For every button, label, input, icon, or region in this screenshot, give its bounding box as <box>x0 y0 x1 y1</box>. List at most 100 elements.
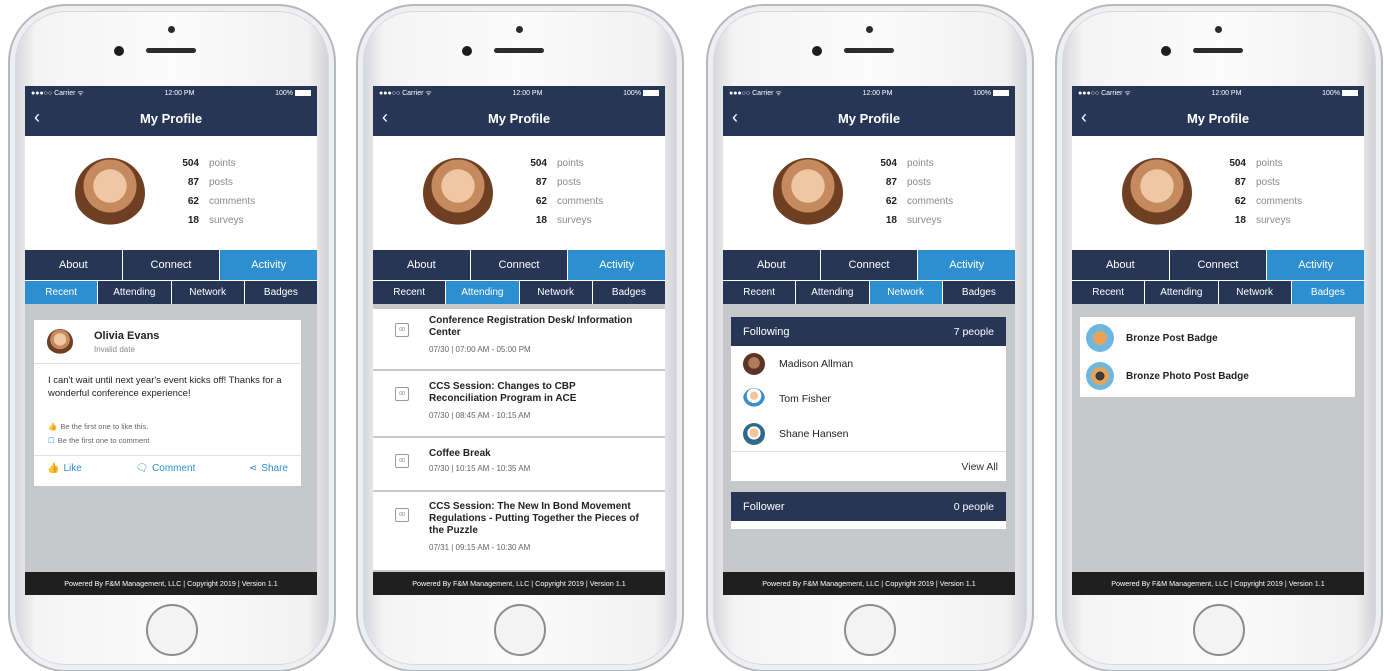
event-item[interactable]: 00 CCS Session: Changes to CBP Reconcili… <box>373 371 665 438</box>
stat-label: surveys <box>557 215 592 226</box>
screen: ●●●○○ Carrier ᯤ 12:00 PM 100% ‹ My Profi… <box>1072 86 1364 595</box>
stat-points: 504 points <box>1218 154 1302 173</box>
subtab-badges[interactable]: Badges <box>593 281 665 304</box>
badge-item[interactable]: Bronze Photo Post Badge <box>1080 357 1355 395</box>
subtab-recent[interactable]: Recent <box>25 281 99 304</box>
home-button[interactable] <box>1193 604 1245 656</box>
tab-about[interactable]: About <box>723 250 821 280</box>
back-button[interactable]: ‹ <box>732 108 738 126</box>
share-button[interactable]: ⋖ Share <box>249 463 288 474</box>
share-label: Share <box>261 463 288 474</box>
stat-value: 504 <box>182 158 199 169</box>
home-button[interactable] <box>146 604 198 656</box>
following-header: Following 7 people <box>731 317 1006 346</box>
post-author[interactable]: Olivia Evans <box>94 330 159 342</box>
comment-button[interactable]: 🗨 Comment <box>135 463 195 474</box>
home-button[interactable] <box>494 604 546 656</box>
stat-label: surveys <box>209 215 244 226</box>
thumbs-up-icon: 👍 <box>47 463 60 474</box>
tab-activity[interactable]: Activity <box>918 250 1015 280</box>
event-title: Conference Registration Desk/ Informatio… <box>429 315 633 338</box>
follower-header[interactable]: Follower 0 people <box>731 492 1006 521</box>
status-bar: ●●●○○ Carrier ᯤ 12:00 PM 100% <box>1072 86 1364 100</box>
tab-about[interactable]: About <box>25 250 123 280</box>
back-button[interactable]: ‹ <box>34 108 40 126</box>
post-author-avatar[interactable] <box>47 329 73 355</box>
person-name: Madison Allman <box>779 357 854 370</box>
divider <box>34 455 301 456</box>
follower-label: Follower <box>743 500 785 513</box>
back-button[interactable]: ‹ <box>382 108 388 126</box>
badge-item[interactable]: Bronze Post Badge <box>1080 319 1355 357</box>
status-bar: ●●●○○ Carrier ᯤ 12:00 PM 100% <box>723 86 1015 100</box>
tab-connect[interactable]: Connect <box>821 250 919 280</box>
subtab-network[interactable]: Network <box>1219 281 1292 304</box>
following-panel: Following 7 people Madison Allman Tom Fi… <box>731 317 1006 481</box>
tab-connect[interactable]: Connect <box>1170 250 1268 280</box>
person-row[interactable]: Madison Allman <box>731 346 1006 381</box>
main-tabs: About Connect Activity <box>25 250 317 280</box>
content-area: Olivia Evans Invalid date I can't wait u… <box>25 309 317 572</box>
tab-about[interactable]: About <box>373 250 471 280</box>
person-name: Tom Fisher <box>779 392 831 405</box>
subtab-badges[interactable]: Badges <box>1291 281 1364 304</box>
tab-about[interactable]: About <box>1072 250 1170 280</box>
tab-connect[interactable]: Connect <box>471 250 569 280</box>
nav-bar: ‹ My Profile <box>1072 100 1364 136</box>
person-row[interactable]: Tom Fisher <box>731 381 1006 416</box>
tab-activity[interactable]: Activity <box>220 250 317 280</box>
back-button[interactable]: ‹ <box>1081 108 1087 126</box>
flag-icon <box>1086 324 1114 352</box>
subtab-badges[interactable]: Badges <box>943 281 1015 304</box>
following-count: 7 people <box>953 325 994 338</box>
profile-header: 504 points 87 posts 62 comments 18 surveys <box>373 136 665 250</box>
stat-surveys: 18 surveys <box>171 211 255 230</box>
status-bar: ●●●○○ Carrier ᯤ 12:00 PM 100% <box>373 86 665 100</box>
profile-header: 504 points 87 posts 62 comments 18 surveys <box>1072 136 1364 250</box>
stat-label: posts <box>557 177 581 188</box>
subtab-badges[interactable]: Badges <box>245 281 317 304</box>
stat-label: points <box>209 158 236 169</box>
person-row[interactable]: Shane Hansen <box>731 416 1006 451</box>
stat-label: comments <box>557 196 604 207</box>
event-item[interactable]: 00 Coffee Break 07/30 | 10:15 AM - 10:35… <box>373 438 665 492</box>
clock: 12:00 PM <box>512 89 543 97</box>
subtab-network[interactable]: Network <box>520 281 593 304</box>
tab-activity[interactable]: Activity <box>1267 250 1364 280</box>
carrier: ●●●○○ Carrier ᯤ <box>379 89 432 97</box>
stat-posts: 87 posts <box>519 173 603 192</box>
nav-bar: ‹ My Profile <box>25 100 317 136</box>
activity-subtabs: Recent Attending Network Badges <box>25 280 317 304</box>
stat-comments: 62 comments <box>1218 192 1302 211</box>
comment-icon: 🗨 <box>135 463 149 474</box>
event-item[interactable]: 00 CCS Session: The New In Bond Movement… <box>373 492 665 572</box>
subtab-recent[interactable]: Recent <box>1072 281 1146 304</box>
stat-posts: 87 posts <box>1218 173 1302 192</box>
stat-value: 62 <box>885 196 897 207</box>
badge-list: Bronze Post Badge Bronze Photo Post Badg… <box>1080 317 1355 397</box>
event-time: 07/31 | 09:15 AM - 10:30 AM <box>429 543 531 552</box>
subtab-network[interactable]: Network <box>172 281 245 304</box>
subtab-attending[interactable]: Attending <box>796 281 870 304</box>
subtab-recent[interactable]: Recent <box>723 281 797 304</box>
subtab-attending[interactable]: Attending <box>446 281 520 304</box>
subtab-attending[interactable]: Attending <box>98 281 172 304</box>
home-button[interactable] <box>844 604 896 656</box>
profile-stats: 504 points 87 posts 62 comments 18 surveys <box>1218 154 1302 230</box>
calendar-icon: 00 <box>395 387 409 401</box>
event-item[interactable]: 00 Conference Registration Desk/ Informa… <box>373 309 665 371</box>
tab-activity[interactable]: Activity <box>568 250 665 280</box>
like-button[interactable]: 👍 Like <box>47 463 82 474</box>
subtab-network[interactable]: Network <box>869 281 943 304</box>
person-name: Shane Hansen <box>779 427 849 440</box>
stat-posts: 87 posts <box>171 173 255 192</box>
stat-label: posts <box>907 177 931 188</box>
view-all-link[interactable]: View All <box>731 451 1006 481</box>
subtab-attending[interactable]: Attending <box>1145 281 1219 304</box>
clock: 12:00 PM <box>862 89 893 97</box>
avatar <box>773 158 843 228</box>
subtab-recent[interactable]: Recent <box>373 281 447 304</box>
stat-value: 504 <box>1229 158 1246 169</box>
battery-label: 100% <box>275 89 293 97</box>
tab-connect[interactable]: Connect <box>123 250 221 280</box>
